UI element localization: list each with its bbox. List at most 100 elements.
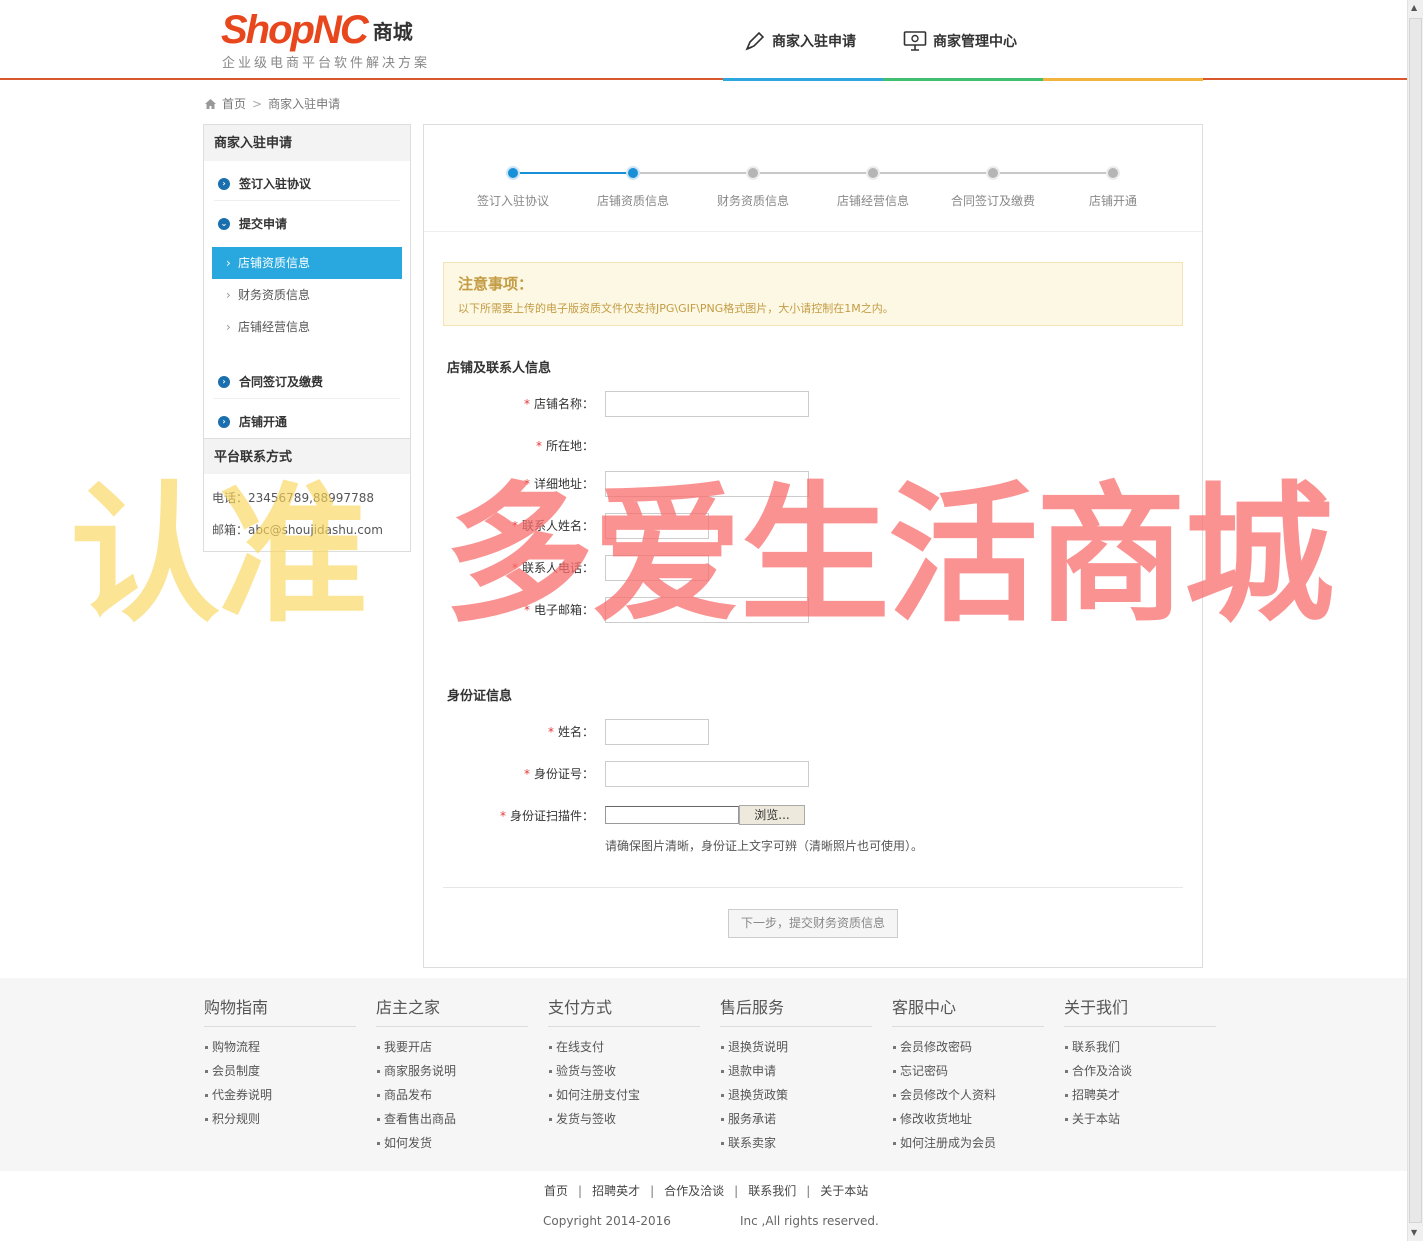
footer-column: 店主之家 我要开店 商家服务说明 商品发布 查看售出商品 如何发货 xyxy=(376,994,528,1155)
sidebar-step-contract[interactable]: › 合同签订及缴费 xyxy=(218,373,323,390)
scroll-down-icon[interactable]: ▼ xyxy=(1411,1228,1417,1237)
monitor-icon xyxy=(903,31,927,51)
home-icon xyxy=(205,98,216,109)
sidebar-sub-business-info[interactable]: › 店铺经营信息 xyxy=(212,311,402,343)
browse-button[interactable]: 浏览... xyxy=(739,805,805,825)
scrollbar[interactable]: ▲ ▼ xyxy=(1407,0,1423,1241)
sidebar-step-submit[interactable]: ⌄ 提交申请 xyxy=(218,215,287,232)
progress-step-label: 店铺资质信息 xyxy=(596,194,669,208)
bottom-link[interactable]: 首页 xyxy=(544,1184,568,1198)
footer-link[interactable]: 积分规则 xyxy=(204,1107,356,1131)
footer-link[interactable]: 关于本站 xyxy=(1064,1107,1216,1131)
sidebar-step-agreement[interactable]: › 签订入驻协议 xyxy=(218,175,311,192)
footer-column: 支付方式 在线支付 验货与签收 如何注册支付宝 发货与签收 xyxy=(548,994,700,1131)
footer-link[interactable]: 在线支付 xyxy=(548,1035,700,1059)
footer-link[interactable]: 招聘英才 xyxy=(1064,1083,1216,1107)
footer-link[interactable]: 验货与签收 xyxy=(548,1059,700,1083)
footer-link[interactable]: 服务承诺 xyxy=(720,1107,872,1131)
footer-link[interactable]: 忘记密码 xyxy=(892,1059,1044,1083)
rights-reserved: Inc ,All rights reserved. xyxy=(740,1214,879,1228)
footer-link[interactable]: 如何注册支付宝 xyxy=(548,1083,700,1107)
site-footer: 购物指南 购物流程 会员制度 代金券说明 积分规则 店主之家 我要开店 商家服务… xyxy=(0,978,1407,1171)
footer-link[interactable]: 合作及洽谈 xyxy=(1064,1059,1216,1083)
footer-column: 关于我们 联系我们 合作及洽谈 招聘英才 关于本站 xyxy=(1064,994,1216,1131)
breadcrumb-home[interactable]: 首页 xyxy=(222,95,246,112)
footer-link[interactable]: 会员修改密码 xyxy=(892,1035,1044,1059)
progress-divider xyxy=(424,231,1202,232)
footer-link[interactable]: 我要开店 xyxy=(376,1035,528,1059)
id-scan-file-field[interactable] xyxy=(605,806,739,824)
logo-brand-cn: 商城 xyxy=(372,20,413,44)
store-section-title: 店铺及联系人信息 xyxy=(447,361,552,376)
notice-text: 以下所需要上传的电子版资质文件仅支持JPG\GIF\PNG格式图片，大小请控制在… xyxy=(458,302,894,315)
scroll-up-icon[interactable]: ▲ xyxy=(1411,3,1417,12)
chevron-down-icon: ⌄ xyxy=(218,217,230,230)
footer-link[interactable]: 退换货政策 xyxy=(720,1083,872,1107)
sidebar-sub-finance-qualification[interactable]: › 财务资质信息 xyxy=(212,279,402,311)
footer-link[interactable]: 购物流程 xyxy=(204,1035,356,1059)
footer-link[interactable]: 联系我们 xyxy=(1064,1035,1216,1059)
bottom-link[interactable]: 关于本站 xyxy=(820,1184,868,1198)
chevron-right-icon: › xyxy=(226,256,231,270)
id-name-label: * 姓名： xyxy=(547,725,594,739)
sidebar-step-label: 合同签订及缴费 xyxy=(239,375,324,389)
nav-merchant-center[interactable]: 商家管理中心 xyxy=(903,30,1017,52)
footer-link[interactable]: 商品发布 xyxy=(376,1083,528,1107)
footer-link[interactable]: 联系卖家 xyxy=(720,1131,872,1155)
sidebar-divider xyxy=(214,398,400,399)
sidebar-title: 商家入驻申请 xyxy=(204,125,410,161)
watermark-left: 认准 xyxy=(70,469,368,643)
id-number-input[interactable] xyxy=(605,761,809,787)
footer-link[interactable]: 退换货说明 xyxy=(720,1035,872,1059)
bottom-link[interactable]: 招聘英才 xyxy=(592,1184,640,1198)
notice-box: 注意事项： 以下所需要上传的电子版资质文件仅支持JPG\GIF\PNG格式图片，… xyxy=(443,262,1183,326)
chevron-right-icon: › xyxy=(218,415,230,428)
id-section-title: 身份证信息 xyxy=(447,689,513,704)
progress-step-label: 店铺开通 xyxy=(1088,194,1137,208)
progress-step-label: 店铺经营信息 xyxy=(836,194,909,208)
progress-step-label: 财务资质信息 xyxy=(716,194,789,208)
footer-link[interactable]: 发货与签收 xyxy=(548,1107,700,1131)
sidebar-step-open[interactable]: › 店铺开通 xyxy=(218,413,287,430)
sidebar-step-label: 店铺开通 xyxy=(239,415,288,429)
footer-column: 售后服务 退换货说明 退款申请 退换货政策 服务承诺 联系卖家 xyxy=(720,994,872,1155)
progress-step-label: 合同签订及缴费 xyxy=(950,194,1035,208)
nav-merchant-center-label: 商家管理中心 xyxy=(933,34,1017,50)
chevron-right-icon: › xyxy=(218,375,230,388)
footer-column-title: 店主之家 xyxy=(376,994,528,1027)
bottom-link[interactable]: 联系我们 xyxy=(748,1184,796,1198)
breadcrumb: 首页 > 商家入驻申请 xyxy=(204,95,340,112)
bottom-links: 首页 | 招聘英才 | 合作及洽谈 | 联系我们 | 关于本站 xyxy=(544,1184,869,1198)
site-logo[interactable]: ShopNC 商城 企业级电商平台软件解决方案 xyxy=(221,8,427,71)
location-label: * 所在地： xyxy=(535,439,594,453)
nav-merchant-apply[interactable]: 商家入驻申请 xyxy=(744,30,856,52)
breadcrumb-current: 商家入驻申请 xyxy=(268,97,341,111)
next-step-button[interactable]: 下一步，提交财务资质信息 xyxy=(728,909,898,938)
footer-link[interactable]: 会员制度 xyxy=(204,1059,356,1083)
footer-link[interactable]: 查看售出商品 xyxy=(376,1107,528,1131)
sidebar-sub-label: 店铺资质信息 xyxy=(238,256,311,270)
progress-dot-5 xyxy=(986,166,1000,180)
progress-dot-6 xyxy=(1106,166,1120,180)
store-name-label: * 店铺名称： xyxy=(523,397,594,411)
footer-link[interactable]: 代金券说明 xyxy=(204,1083,356,1107)
scrollbar-thumb[interactable] xyxy=(1409,18,1422,1223)
store-name-input[interactable] xyxy=(605,391,809,417)
nav-merchant-apply-label: 商家入驻申请 xyxy=(772,34,856,50)
notice-title: 注意事项： xyxy=(458,275,534,293)
footer-column-title: 关于我们 xyxy=(1064,994,1216,1027)
progress-dot-1 xyxy=(506,166,520,180)
footer-link[interactable]: 会员修改个人资料 xyxy=(892,1083,1044,1107)
footer-link[interactable]: 如何发货 xyxy=(376,1131,528,1155)
footer-link[interactable]: 商家服务说明 xyxy=(376,1059,528,1083)
id-name-input[interactable] xyxy=(605,719,709,745)
bottom-link[interactable]: 合作及洽谈 xyxy=(664,1184,724,1198)
copyright: Copyright 2014-2016 xyxy=(543,1214,671,1228)
logo-brand: ShopNC xyxy=(221,8,369,52)
progress-dot-3 xyxy=(746,166,760,180)
sidebar-sub-store-qualification[interactable]: › 店铺资质信息 xyxy=(212,247,402,279)
footer-link[interactable]: 退款申请 xyxy=(720,1059,872,1083)
footer-link[interactable]: 如何注册成为会员 xyxy=(892,1131,1044,1155)
progress-line-done xyxy=(513,172,633,174)
footer-link[interactable]: 修改收货地址 xyxy=(892,1107,1044,1131)
